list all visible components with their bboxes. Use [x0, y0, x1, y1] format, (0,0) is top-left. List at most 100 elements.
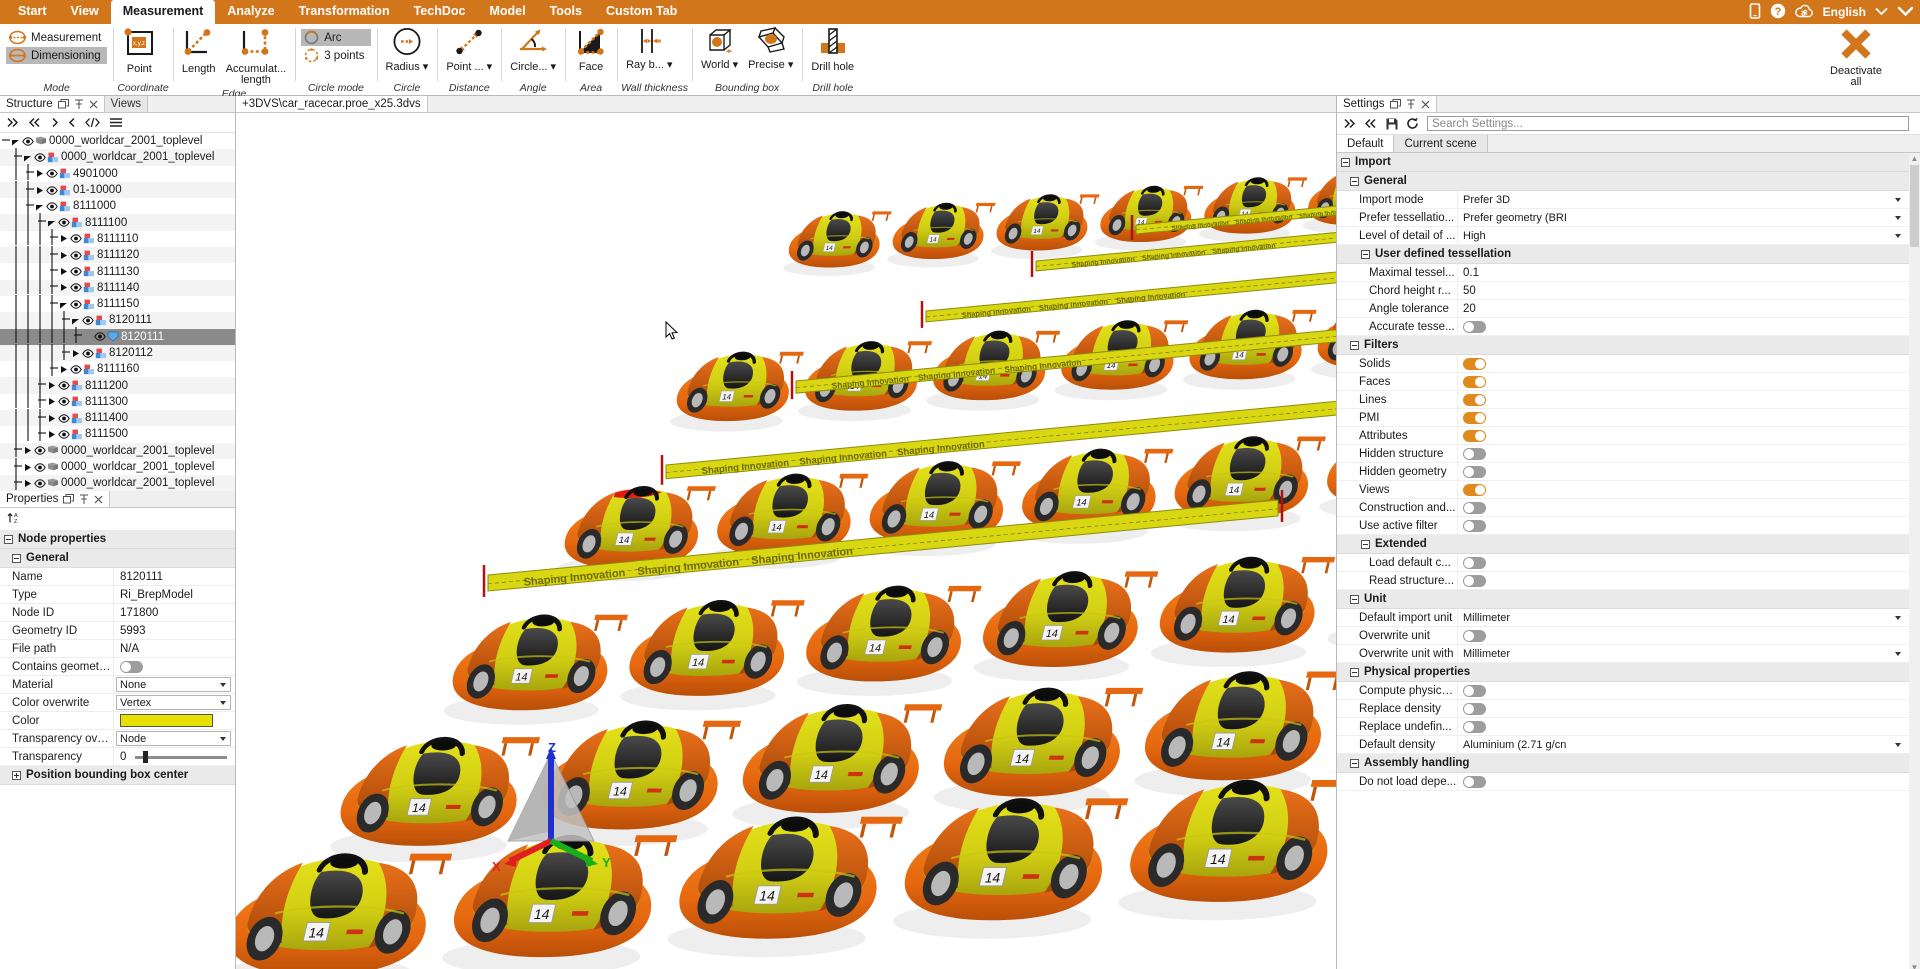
visibility-eye-icon[interactable] — [69, 365, 82, 374]
settings-value[interactable] — [1457, 554, 1909, 572]
visibility-eye-icon[interactable] — [81, 349, 94, 358]
dropdown[interactable]: Node — [116, 731, 231, 746]
settings-value[interactable] — [1457, 463, 1909, 481]
toggle-switch[interactable] — [1463, 703, 1486, 715]
toggle-switch[interactable] — [1463, 520, 1486, 532]
tab-structure[interactable]: Structure — [0, 96, 105, 112]
dropdown[interactable]: Millimeter — [1460, 610, 1905, 626]
expand-box-icon[interactable] — [12, 771, 21, 780]
property-group-header[interactable]: Node properties — [0, 530, 235, 549]
ribbon-tab-start[interactable]: Start — [6, 0, 58, 24]
toggle-switch[interactable] — [1463, 721, 1486, 733]
dropdown[interactable]: Vertex — [116, 695, 231, 710]
tree-node[interactable]: 0000_worldcar_2001_toplevel — [0, 149, 235, 165]
tree-node[interactable]: 8120111 — [0, 312, 235, 328]
tree-node[interactable]: 8111400 — [0, 410, 235, 426]
ribbon-button-drill-hole[interactable]: Drill hole — [806, 26, 859, 74]
tree-node[interactable]: 0000_worldcar_2001_toplevel — [0, 443, 235, 459]
settings-value[interactable]: Prefer 3D — [1457, 191, 1909, 209]
toggle-switch[interactable] — [1463, 557, 1486, 569]
collapse-arrow-icon[interactable] — [10, 137, 21, 146]
property-value[interactable]: Vertex — [113, 694, 235, 712]
settings-value[interactable] — [1457, 718, 1909, 736]
tab-settings[interactable]: Settings — [1337, 96, 1437, 112]
visibility-eye-icon[interactable] — [57, 218, 70, 227]
settings-group-header[interactable]: Extended — [1337, 535, 1909, 554]
settings-group-header[interactable]: Unit — [1337, 590, 1909, 609]
close-icon[interactable] — [94, 495, 103, 504]
settings-group-header[interactable]: Assembly handling — [1337, 754, 1909, 773]
visibility-eye-icon[interactable] — [69, 251, 82, 260]
settings-value[interactable]: 0.1 — [1457, 264, 1909, 282]
color-swatch[interactable] — [120, 714, 213, 727]
menu-icon[interactable] — [109, 117, 123, 128]
collapse-box-icon[interactable] — [1350, 759, 1359, 768]
ribbon-button-point-[interactable]: Point ... ▾ — [441, 26, 497, 74]
settings-value[interactable] — [1457, 682, 1909, 700]
settings-value[interactable]: Millimeter — [1457, 645, 1909, 663]
property-value[interactable] — [113, 658, 235, 676]
collapse-arrow-icon[interactable] — [70, 316, 81, 325]
dropdown[interactable]: Millimeter — [1460, 646, 1905, 662]
ribbon-collapse-icon[interactable] — [1897, 6, 1914, 19]
ribbon-tab-measurement[interactable]: Measurement — [111, 0, 216, 24]
sort-az-icon[interactable]: AZ — [7, 511, 21, 527]
settings-value[interactable] — [1457, 409, 1909, 427]
tree-node[interactable]: 8111200 — [0, 377, 235, 393]
close-icon[interactable] — [1421, 100, 1430, 109]
settings-value[interactable] — [1457, 700, 1909, 718]
toggle-measurement[interactable]: Measurement — [6, 29, 107, 46]
settings-group-header[interactable]: Filters — [1337, 336, 1909, 355]
ribbon-tab-analyze[interactable]: Analyze — [215, 0, 286, 24]
expand-arrow-icon[interactable] — [70, 349, 81, 358]
tab-views[interactable]: Views — [105, 96, 148, 112]
settings-value[interactable] — [1457, 318, 1909, 336]
visibility-eye-icon[interactable] — [57, 397, 70, 406]
toggle-switch[interactable] — [1463, 412, 1486, 424]
tab-properties[interactable]: Properties — [0, 491, 110, 507]
ribbon-tab-techdoc[interactable]: TechDoc — [402, 0, 478, 24]
toggle-switch[interactable] — [1463, 394, 1486, 406]
close-icon[interactable] — [89, 100, 98, 109]
cloud-settings-icon[interactable] — [1795, 4, 1814, 21]
toggle-switch[interactable] — [1463, 321, 1486, 333]
collapse-all-icon[interactable] — [29, 117, 42, 128]
visibility-eye-icon[interactable] — [33, 153, 46, 162]
ribbon-tab-view[interactable]: View — [58, 0, 110, 24]
ribbon-button-face[interactable]: Face — [569, 26, 613, 74]
visibility-eye-icon[interactable] — [57, 381, 70, 390]
toggle-switch[interactable] — [1463, 466, 1486, 478]
visibility-eye-icon[interactable] — [69, 300, 82, 309]
visibility-eye-icon[interactable] — [33, 479, 46, 488]
collapse-box-icon[interactable] — [1361, 540, 1370, 549]
dropdown[interactable]: High — [1460, 228, 1905, 244]
ribbon-button-circle-[interactable]: Circle... ▾ — [505, 26, 561, 74]
next-icon[interactable] — [51, 117, 59, 128]
settings-value[interactable] — [1457, 445, 1909, 463]
expand-arrow-icon[interactable] — [22, 463, 33, 472]
expand-arrow-icon[interactable] — [58, 267, 69, 276]
tree-node[interactable]: 8111130 — [0, 263, 235, 279]
visibility-eye-icon[interactable] — [69, 283, 82, 292]
toggle-switch[interactable] — [1463, 430, 1486, 442]
tree-node[interactable]: 8120112 — [0, 345, 235, 361]
toggle-switch[interactable] — [1463, 358, 1486, 370]
visibility-eye-icon[interactable] — [57, 430, 70, 439]
property-value[interactable] — [113, 712, 235, 730]
tab-default[interactable]: Default — [1337, 135, 1394, 152]
restore-icon[interactable] — [58, 99, 69, 109]
dropdown[interactable]: None — [116, 677, 231, 692]
settings-value[interactable] — [1457, 391, 1909, 409]
scroll-up-icon[interactable]: ▲ — [1909, 153, 1920, 164]
chevron-down-icon[interactable] — [1875, 6, 1888, 18]
settings-list[interactable]: ImportGeneralImport modePrefer 3DPrefer … — [1337, 153, 1920, 969]
collapse-arrow-icon[interactable] — [22, 153, 33, 162]
tree-node[interactable]: 8111000 — [0, 198, 235, 214]
settings-value[interactable]: 50 — [1457, 282, 1909, 300]
tree-node[interactable]: 01-10000 — [0, 182, 235, 198]
ribbon-button-world[interactable]: World ▾ — [696, 26, 743, 72]
collapse-box-icon[interactable] — [1350, 341, 1359, 350]
tree-node[interactable]: 8111120 — [0, 247, 235, 263]
pin-icon[interactable] — [79, 494, 89, 505]
property-value[interactable]: Node — [113, 730, 235, 748]
